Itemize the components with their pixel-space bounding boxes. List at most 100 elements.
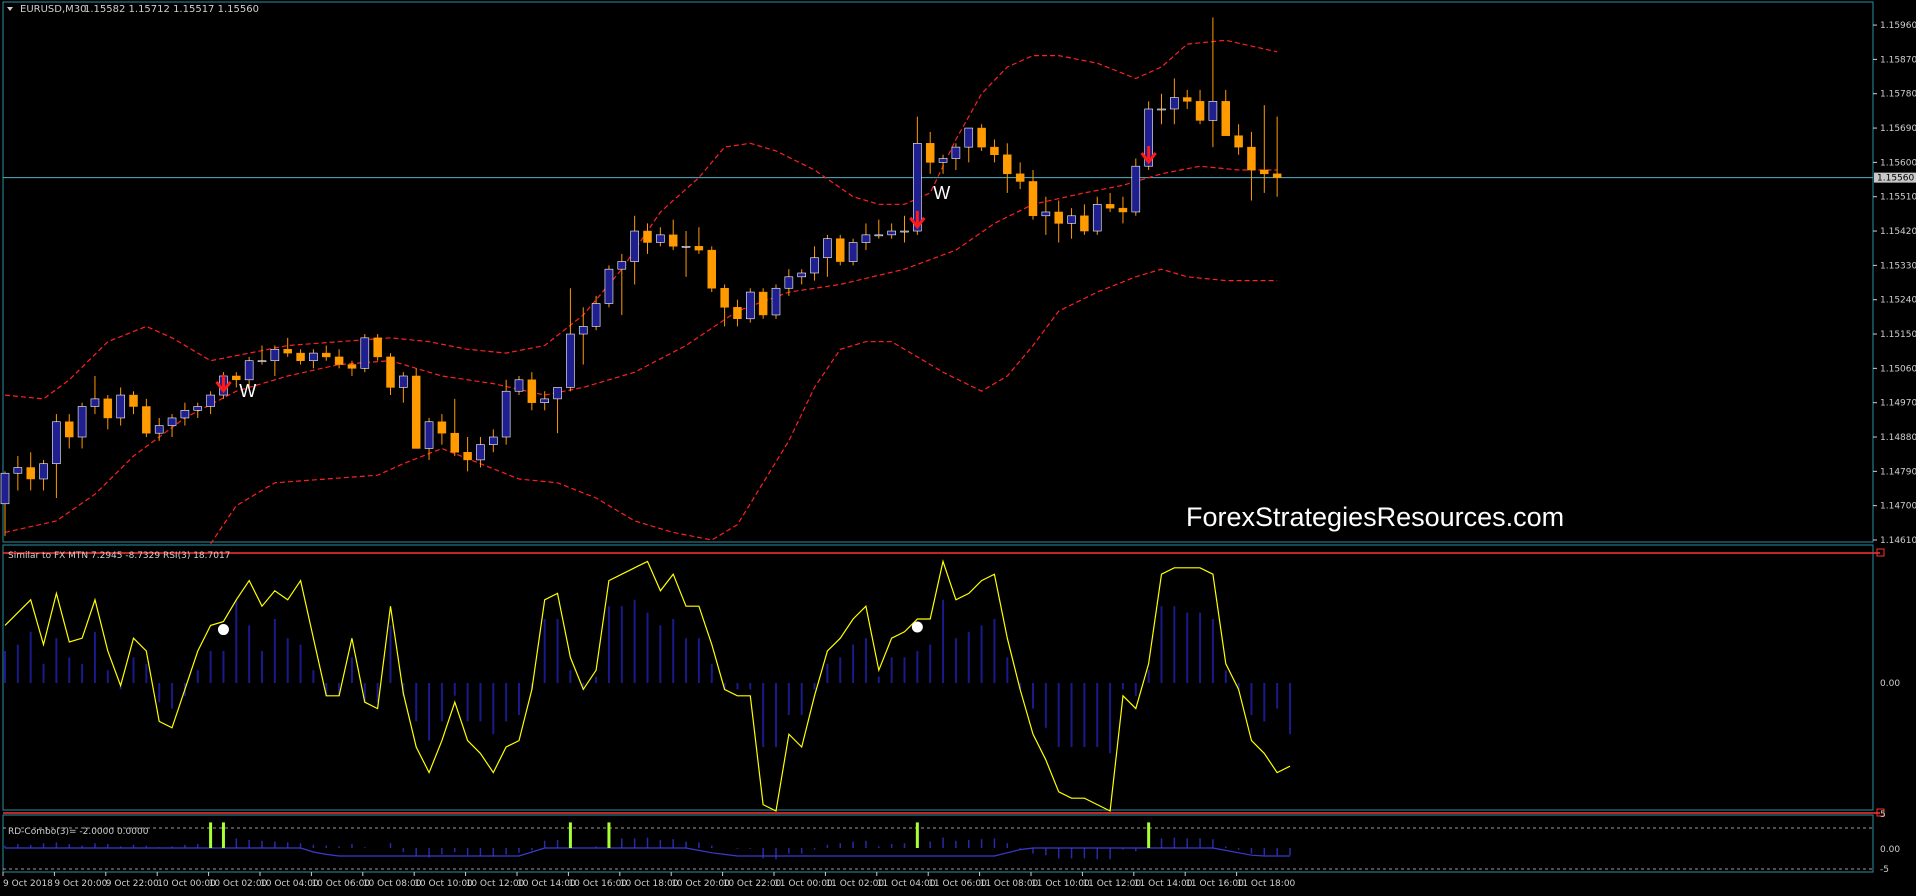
bull-candle[interactable]: [270, 348, 280, 362]
bear-candle[interactable]: [1118, 207, 1128, 213]
bull-candle[interactable]: [501, 390, 511, 438]
bull-candle[interactable]: [1208, 101, 1218, 121]
bull-candle[interactable]: [476, 444, 485, 461]
bear-candle[interactable]: [925, 143, 935, 163]
bear-candle[interactable]: [450, 432, 459, 453]
bear-candle[interactable]: [707, 249, 716, 289]
bull-candle[interactable]: [1092, 204, 1102, 232]
bear-candle[interactable]: [668, 234, 678, 247]
bull-candle[interactable]: [784, 276, 794, 289]
bull-candle[interactable]: [244, 360, 254, 381]
bear-candle[interactable]: [1003, 154, 1012, 175]
bear-candle[interactable]: [463, 452, 472, 461]
bear-candle[interactable]: [296, 352, 305, 361]
bull-candle[interactable]: [553, 387, 562, 400]
bull-candle[interactable]: [797, 272, 807, 278]
bear-candle[interactable]: [1234, 135, 1243, 148]
bear-candle[interactable]: [347, 364, 357, 369]
bull-candle[interactable]: [52, 421, 61, 465]
bull-candle[interactable]: [964, 127, 974, 148]
bear-candle[interactable]: [733, 307, 742, 320]
trading-chart[interactable]: WW 1.160501.159601.158701.157801.156901.…: [0, 0, 1916, 896]
bull-candle[interactable]: [257, 360, 267, 363]
bull-candle[interactable]: [90, 398, 100, 407]
bull-candle[interactable]: [823, 238, 832, 259]
bull-candle[interactable]: [1170, 97, 1179, 110]
signal-title: RD-Combo(3)= -2.0000 0.0000: [8, 827, 149, 837]
bear-candle[interactable]: [1028, 181, 1038, 217]
bear-candle[interactable]: [129, 394, 138, 407]
bull-candle[interactable]: [180, 410, 190, 419]
bear-candle[interactable]: [1080, 215, 1089, 232]
bull-candle[interactable]: [656, 234, 665, 243]
bear-candle[interactable]: [1054, 211, 1063, 224]
time-tick-label: 9 Oct 2018: [3, 879, 53, 889]
bear-candle[interactable]: [643, 230, 652, 243]
bull-candle[interactable]: [630, 230, 639, 262]
bear-candle[interactable]: [373, 337, 382, 358]
bull-candle[interactable]: [848, 242, 858, 262]
bull-candle[interactable]: [1157, 108, 1166, 111]
bear-candle[interactable]: [1260, 169, 1269, 175]
bull-candle[interactable]: [745, 291, 755, 320]
bear-candle[interactable]: [103, 398, 113, 419]
bull-candle[interactable]: [39, 463, 48, 480]
bull-candle[interactable]: [617, 261, 627, 270]
bull-candle[interactable]: [874, 234, 884, 237]
bear-candle[interactable]: [758, 291, 768, 316]
bull-candle[interactable]: [938, 158, 948, 163]
bull-candle[interactable]: [951, 146, 961, 159]
bull-candle[interactable]: [514, 379, 524, 392]
bull-candle[interactable]: [540, 398, 550, 403]
bull-candle[interactable]: [13, 467, 23, 474]
bull-candle[interactable]: [900, 230, 909, 233]
bear-candle[interactable]: [527, 379, 537, 403]
bear-candle[interactable]: [720, 288, 729, 308]
bull-candle[interactable]: [488, 436, 498, 445]
bull-candle[interactable]: [1131, 165, 1141, 213]
bear-candle[interactable]: [232, 375, 241, 381]
bull-candle[interactable]: [578, 326, 588, 335]
bear-candle[interactable]: [65, 421, 74, 438]
bear-candle[interactable]: [142, 406, 151, 434]
bull-candle[interactable]: [591, 303, 601, 327]
bull-candle[interactable]: [309, 352, 318, 362]
bull-candle[interactable]: [167, 417, 177, 426]
bull-candle[interactable]: [1067, 215, 1076, 224]
bull-candle[interactable]: [771, 287, 781, 316]
bull-candle[interactable]: [0, 472, 10, 505]
bear-candle[interactable]: [1195, 101, 1205, 121]
bear-candle[interactable]: [1182, 97, 1192, 102]
bear-candle[interactable]: [1221, 101, 1230, 136]
bull-candle[interactable]: [206, 394, 215, 407]
bull-candle[interactable]: [424, 421, 434, 449]
bull-candle[interactable]: [681, 246, 691, 248]
bear-candle[interactable]: [1272, 173, 1282, 178]
bear-candle[interactable]: [411, 375, 421, 449]
bull-candle[interactable]: [810, 257, 819, 274]
bear-candle[interactable]: [990, 146, 999, 156]
bear-candle[interactable]: [1247, 146, 1256, 171]
bear-candle[interactable]: [437, 421, 447, 434]
bear-candle[interactable]: [836, 238, 845, 262]
bull-candle[interactable]: [360, 337, 370, 369]
bull-candle[interactable]: [154, 425, 164, 434]
bull-candle[interactable]: [77, 406, 87, 438]
bear-candle[interactable]: [26, 467, 35, 480]
bear-candle[interactable]: [283, 349, 292, 354]
bear-candle[interactable]: [334, 356, 344, 365]
bull-candle[interactable]: [399, 375, 408, 388]
bear-candle[interactable]: [694, 246, 704, 251]
bear-candle[interactable]: [1105, 204, 1115, 209]
bull-candle[interactable]: [887, 230, 896, 236]
bull-candle[interactable]: [604, 268, 614, 304]
bull-candle[interactable]: [566, 333, 575, 388]
bull-candle[interactable]: [1041, 211, 1051, 217]
bull-candle[interactable]: [193, 406, 203, 411]
bull-candle[interactable]: [861, 234, 871, 243]
bear-candle[interactable]: [977, 127, 986, 148]
bull-candle[interactable]: [116, 394, 125, 419]
bear-candle[interactable]: [1015, 173, 1025, 182]
bear-candle[interactable]: [386, 356, 395, 388]
bear-candle[interactable]: [322, 352, 331, 358]
